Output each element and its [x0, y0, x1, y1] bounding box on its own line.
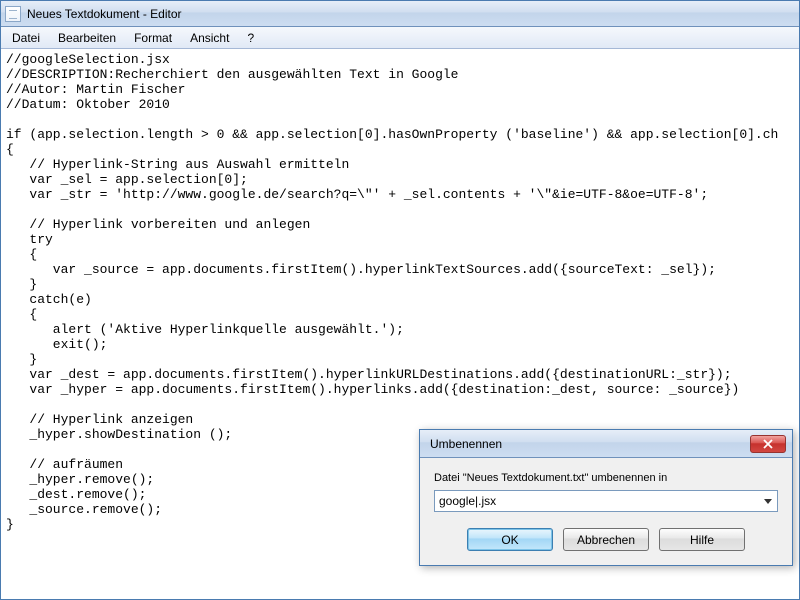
window-title: Neues Textdokument - Editor — [27, 7, 182, 21]
window-titlebar: Neues Textdokument - Editor — [1, 1, 799, 27]
dropdown-button[interactable] — [759, 491, 777, 511]
dialog-button-row: OK Abbrechen Hilfe — [434, 528, 778, 551]
dialog-close-button[interactable] — [750, 435, 786, 453]
cancel-button[interactable]: Abbrechen — [563, 528, 649, 551]
menu-edit[interactable]: Bearbeiten — [49, 28, 125, 48]
menu-file[interactable]: Datei — [3, 28, 49, 48]
rename-label: Datei "Neues Textdokument.txt" umbenenne… — [434, 472, 778, 484]
close-icon — [763, 439, 773, 449]
ok-button[interactable]: OK — [467, 528, 553, 551]
rename-input-wrap — [434, 490, 778, 512]
dialog-title: Umbenennen — [430, 437, 750, 451]
menu-format[interactable]: Format — [125, 28, 181, 48]
menu-bar: Datei Bearbeiten Format Ansicht ? — [1, 27, 799, 49]
dialog-body: Datei "Neues Textdokument.txt" umbenenne… — [420, 458, 792, 565]
dialog-titlebar: Umbenennen — [420, 430, 792, 458]
menu-help[interactable]: ? — [238, 28, 263, 48]
notepad-icon — [5, 6, 21, 22]
help-button[interactable]: Hilfe — [659, 528, 745, 551]
menu-view[interactable]: Ansicht — [181, 28, 238, 48]
rename-dialog: Umbenennen Datei "Neues Textdokument.txt… — [419, 429, 793, 566]
rename-input[interactable] — [435, 491, 759, 511]
